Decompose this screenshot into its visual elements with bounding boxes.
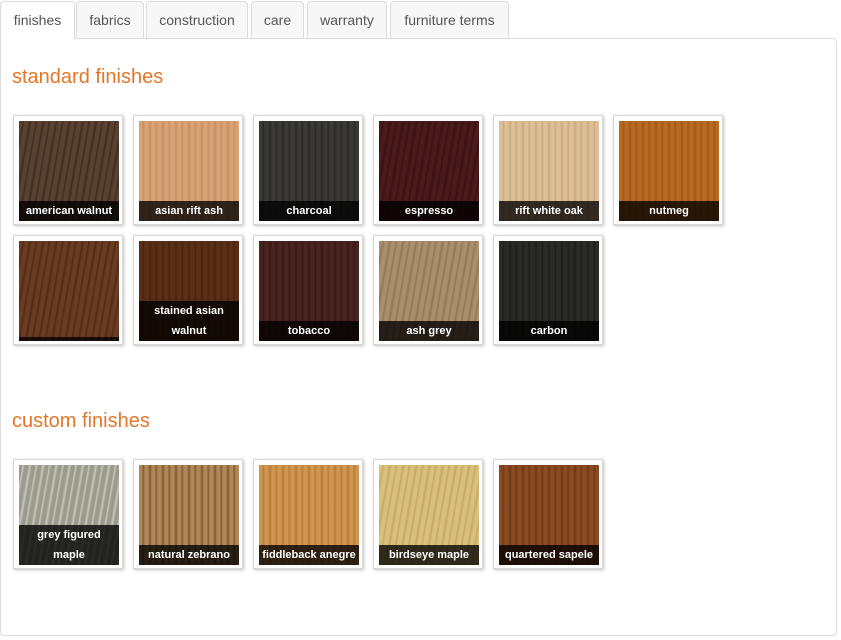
- finish-sample-image: natural zebrano: [139, 465, 239, 565]
- finish-sample-image: espresso: [379, 121, 479, 221]
- finish-sample-image: nutmeg: [619, 121, 719, 221]
- finish-label: american walnut: [19, 201, 119, 221]
- finish-label: fiddleback anegre: [259, 545, 359, 565]
- finish-sample-image: ash grey: [379, 241, 479, 341]
- finish-label: rift white oak: [499, 201, 599, 221]
- finish-label: birdseye maple: [379, 545, 479, 565]
- finish-swatch-asian-rift-ash[interactable]: asian rift ash: [133, 115, 243, 225]
- finish-label: carbon: [499, 321, 599, 341]
- finish-label: natural zebrano: [139, 545, 239, 565]
- finish-swatch-carbon[interactable]: carbon: [493, 235, 603, 345]
- finish-swatch-charcoal[interactable]: charcoal: [253, 115, 363, 225]
- tab-bar: finishes fabrics construction care warra…: [0, 0, 841, 40]
- finish-sample-image: birdseye maple: [379, 465, 479, 565]
- finish-swatch-stained-asian-walnut[interactable]: stained asian walnut: [133, 235, 243, 345]
- custom-finishes-heading: custom finishes: [12, 410, 150, 432]
- finish-swatch-unlabeled[interactable]: [13, 235, 123, 345]
- finish-sample-image: stained asian walnut: [139, 241, 239, 341]
- finish-label: ash grey: [379, 321, 479, 341]
- finish-swatch-fiddleback-anegre[interactable]: fiddleback anegre: [253, 459, 363, 569]
- finish-label: asian rift ash: [139, 201, 239, 221]
- finish-swatch-ash-grey[interactable]: ash grey: [373, 235, 483, 345]
- finish-swatch-nutmeg[interactable]: nutmeg: [613, 115, 723, 225]
- finish-sample-image: grey figured maple: [19, 465, 119, 565]
- finish-sample-image: american walnut: [19, 121, 119, 221]
- tab-furniture-terms[interactable]: furniture terms: [390, 1, 509, 38]
- tab-warranty[interactable]: warranty: [307, 1, 387, 38]
- finish-label: espresso: [379, 201, 479, 221]
- finish-swatch-birdseye-maple[interactable]: birdseye maple: [373, 459, 483, 569]
- finish-sample-image: quartered sapele: [499, 465, 599, 565]
- finish-swatch-american-walnut[interactable]: american walnut: [13, 115, 123, 225]
- finish-label: grey figured maple: [19, 525, 119, 565]
- finish-label: quartered sapele: [499, 545, 599, 565]
- finish-swatch-grey-figured-maple[interactable]: grey figured maple: [13, 459, 123, 569]
- finish-label: nutmeg: [619, 201, 719, 221]
- finish-sample-image: carbon: [499, 241, 599, 341]
- finish-label: tobacco: [259, 321, 359, 341]
- finish-sample-image: [19, 241, 119, 341]
- standard-finishes-heading: standard finishes: [12, 66, 164, 88]
- tab-care[interactable]: care: [251, 1, 304, 38]
- finish-swatch-quartered-sapele[interactable]: quartered sapele: [493, 459, 603, 569]
- finish-sample-image: tobacco: [259, 241, 359, 341]
- finish-swatch-tobacco[interactable]: tobacco: [253, 235, 363, 345]
- tab-finishes[interactable]: finishes: [0, 1, 75, 40]
- finish-swatch-rift-white-oak[interactable]: rift white oak: [493, 115, 603, 225]
- tab-fabrics[interactable]: fabrics: [76, 1, 144, 38]
- finish-sample-image: asian rift ash: [139, 121, 239, 221]
- finish-swatch-natural-zebrano[interactable]: natural zebrano: [133, 459, 243, 569]
- finish-sample-image: fiddleback anegre: [259, 465, 359, 565]
- finish-swatch-espresso[interactable]: espresso: [373, 115, 483, 225]
- tab-construction[interactable]: construction: [146, 1, 248, 38]
- finish-sample-image: charcoal: [259, 121, 359, 221]
- finish-label: charcoal: [259, 201, 359, 221]
- finish-label: [19, 337, 119, 341]
- finish-sample-image: rift white oak: [499, 121, 599, 221]
- finish-label: stained asian walnut: [139, 301, 239, 341]
